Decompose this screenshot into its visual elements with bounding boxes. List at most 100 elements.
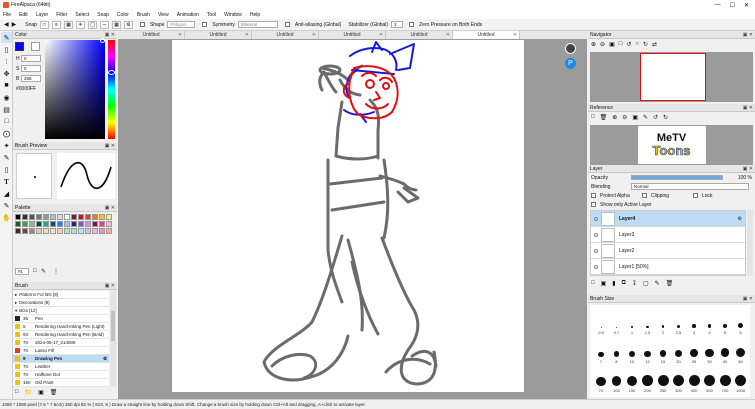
palette-swatch[interactable]: [29, 228, 35, 234]
save-icon[interactable]: ▣: [38, 389, 44, 396]
primary-color-swatch[interactable]: [15, 42, 24, 51]
layer-visibility-icon[interactable]: [594, 248, 598, 253]
palette-swatch[interactable]: [78, 214, 84, 220]
select-eraser-icon[interactable]: ▯: [1, 164, 12, 175]
ref-rotate-left-icon[interactable]: ↺: [653, 114, 658, 121]
rotate-left-icon[interactable]: ↺: [626, 41, 631, 48]
brush-size-option[interactable]: 500: [703, 367, 717, 393]
prev-icon[interactable]: ◀: [4, 21, 9, 28]
brush-size-option[interactable]: 2: [656, 309, 670, 335]
brush-size-option[interactable]: 12: [641, 338, 655, 364]
zoom-in-icon[interactable]: ⊕: [591, 41, 596, 48]
menu-tool[interactable]: Tool: [207, 12, 216, 18]
folder-icon[interactable]: 📁: [25, 389, 32, 396]
antialias-checkbox[interactable]: [284, 22, 290, 27]
brush-size-option[interactable]: 0.7: [610, 309, 624, 335]
menu-help[interactable]: Help: [250, 12, 260, 18]
brush-item[interactable]: 150 Old Paint: [13, 379, 109, 387]
brush-size-option[interactable]: 8: [610, 338, 624, 364]
brush-size-option[interactable]: 10: [625, 338, 639, 364]
palette-swatch[interactable]: [36, 214, 42, 220]
palette-swatch[interactable]: [15, 214, 21, 220]
palette-swatch[interactable]: [57, 221, 63, 227]
palette-swatch[interactable]: [99, 221, 105, 227]
brush-scrollbar[interactable]: [110, 291, 116, 387]
s-input[interactable]: 0: [21, 65, 41, 72]
drawing-canvas[interactable]: [172, 40, 524, 392]
brush-item[interactable]: 70 2024-05-17_214006: [13, 339, 109, 347]
palette-swatch[interactable]: [85, 221, 91, 227]
palette-swatch[interactable]: [57, 214, 63, 220]
layer-scrollbar[interactable]: [747, 210, 753, 276]
brush-size-option[interactable]: 1: [625, 309, 639, 335]
brush-item[interactable]: 35 Pen: [13, 315, 109, 323]
secondary-color-swatch[interactable]: [31, 42, 40, 51]
delete-reference-icon[interactable]: 🗑: [600, 114, 608, 121]
menu-brush[interactable]: Brush: [137, 12, 150, 18]
zoom-reset-icon[interactable]: □: [619, 41, 623, 48]
palette-swatch[interactable]: [85, 214, 91, 220]
brush-size-option[interactable]: 100: [610, 367, 624, 393]
brush-group[interactable]: ▾ BGs [12]: [13, 307, 109, 315]
palette-swatch[interactable]: [22, 214, 28, 220]
brush-item[interactable]: 70 Halftone Dot: [13, 371, 109, 379]
h-input[interactable]: 0: [21, 55, 41, 62]
tab-untitled-5[interactable]: Untitled ✕: [386, 31, 453, 39]
palette-swatch[interactable]: [57, 228, 63, 234]
patreon-icon[interactable]: P: [565, 58, 576, 69]
color-field[interactable]: [45, 40, 105, 139]
palette-swatch[interactable]: [15, 228, 21, 234]
clipping-checkbox[interactable]: [642, 193, 647, 198]
text-tool-icon[interactable]: T: [1, 176, 12, 187]
menu-select[interactable]: Select: [75, 12, 89, 18]
clear-layer-icon[interactable]: ▢: [643, 280, 649, 287]
tab-untitled-4[interactable]: Untitled ✕: [319, 31, 386, 39]
stabilizer-select[interactable]: 2: [391, 21, 404, 28]
select-pen-icon[interactable]: ✎: [1, 152, 12, 163]
menu-animation[interactable]: Animation: [177, 12, 199, 18]
palette-index-select[interactable]: #1: [15, 268, 29, 275]
snap-3d-icon[interactable]: ▦: [111, 20, 121, 29]
brush-size-option[interactable]: 20: [672, 338, 686, 364]
menu-filter[interactable]: Filter: [56, 12, 67, 18]
brush-size-option[interactable]: 50: [734, 338, 748, 364]
palette-swatch[interactable]: [43, 214, 49, 220]
palette-swatch[interactable]: [78, 228, 84, 234]
snap-settings-icon[interactable]: ⚙: [123, 20, 133, 29]
brush-tool-icon[interactable]: ✎: [1, 32, 12, 43]
snap-curve-icon[interactable]: ∼: [99, 20, 109, 29]
new-8bit-layer-icon[interactable]: ▣: [601, 280, 607, 287]
ref-fit-icon[interactable]: ▣: [632, 114, 638, 121]
zero-pressure-checkbox[interactable]: [409, 22, 415, 27]
menu-color[interactable]: Color: [117, 12, 129, 18]
tab-untitled-6[interactable]: Untitled ✕: [453, 31, 520, 39]
add-brush-icon[interactable]: □: [15, 389, 19, 396]
bucket-tool-icon[interactable]: ◉: [1, 92, 12, 103]
palette-rename-icon[interactable]: ✎: [41, 268, 46, 275]
palette-swatch[interactable]: [99, 228, 105, 234]
palette-swatch[interactable]: [22, 221, 28, 227]
opacity-slider[interactable]: [631, 175, 723, 180]
palette-swatch[interactable]: [92, 221, 98, 227]
dot-tool-icon[interactable]: ∶: [1, 56, 12, 67]
brush-size-option[interactable]: 400: [687, 367, 701, 393]
gradient-tool-icon[interactable]: ▤: [1, 104, 12, 115]
hue-slider[interactable]: [108, 40, 115, 139]
snap-radial-icon[interactable]: ✳: [75, 20, 85, 29]
fill-tool-icon[interactable]: ■: [1, 80, 12, 91]
brush-size-option[interactable]: 200: [641, 367, 655, 393]
ref-zoom-in-icon[interactable]: ⊕: [612, 114, 617, 121]
palette-swatch[interactable]: [78, 221, 84, 227]
palette-swatch[interactable]: [36, 228, 42, 234]
palette-swatch[interactable]: [71, 214, 77, 220]
layer-row[interactable]: Layer2: [591, 243, 745, 259]
symmetry-checkbox[interactable]: [202, 22, 208, 27]
maximize-icon[interactable]: ☐: [730, 2, 735, 9]
layer-visibility-icon[interactable]: [594, 216, 598, 221]
brush-size-option[interactable]: 5: [718, 309, 732, 335]
palette-swatch[interactable]: [106, 221, 112, 227]
merge-down-icon[interactable]: ↧: [632, 280, 637, 287]
palette-swatch[interactable]: [106, 228, 112, 234]
rotate-reset-icon[interactable]: ○: [635, 41, 639, 48]
palette-swatch[interactable]: [71, 221, 77, 227]
